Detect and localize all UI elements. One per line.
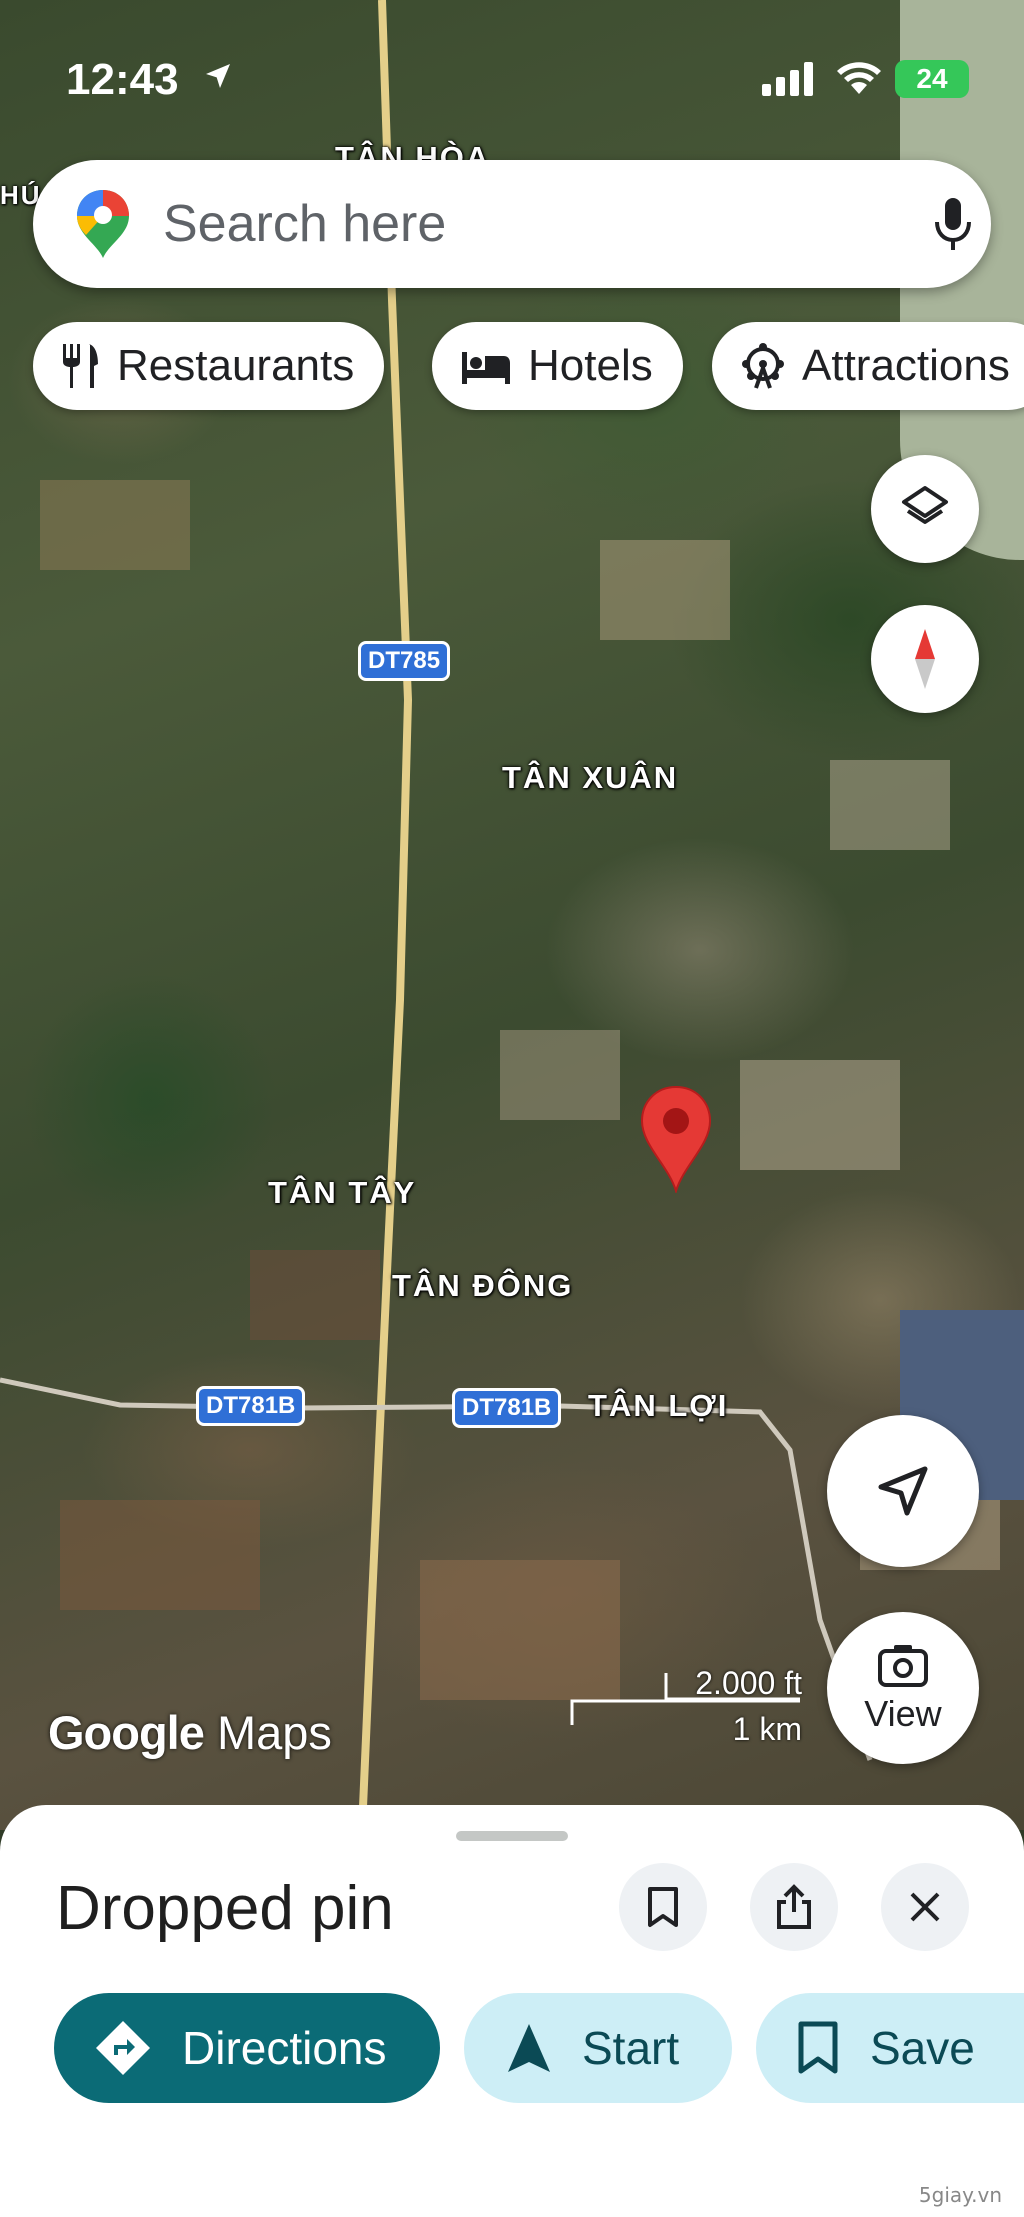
ferris-wheel-icon [742, 343, 784, 389]
chip-label: Attractions [802, 341, 1010, 390]
place-label: TÂN ĐÔNG [392, 1268, 574, 1303]
place-bottom-sheet[interactable]: Dropped pin Directions Start Save 5giay.… [0, 1805, 1024, 2217]
chip-label: Restaurants [117, 341, 355, 390]
compass-button[interactable] [871, 605, 979, 713]
maps-wordmark: Maps [216, 1706, 332, 1759]
directions-label: Directions [182, 2022, 387, 2074]
view-label: View [864, 1693, 942, 1734]
bed-icon [462, 352, 510, 384]
scale-feet: 2.000 ft [695, 1665, 802, 1701]
place-label: TÂN TÂY [268, 1175, 417, 1210]
google-maps-logo: Google Maps [48, 1705, 332, 1760]
navigation-arrow-icon [878, 1466, 928, 1516]
microphone-icon[interactable] [933, 196, 973, 252]
share-button[interactable] [750, 1863, 838, 1951]
road-shield-dt781b: DT781B [452, 1388, 562, 1428]
search-placeholder[interactable]: Search here [163, 194, 446, 254]
my-location-button[interactable] [827, 1415, 979, 1567]
save-icon-button[interactable] [619, 1863, 707, 1951]
directions-icon [96, 2021, 150, 2075]
start-button[interactable]: Start [464, 1993, 732, 2103]
place-label: TÂN LỢI [588, 1388, 729, 1423]
layers-button[interactable] [871, 455, 979, 563]
google-maps-pin-icon [77, 190, 129, 258]
save-label: Save [870, 2022, 975, 2074]
google-wordmark: Google [48, 1706, 205, 1759]
status-bar: 12:43 24 [0, 0, 1024, 150]
bookmark-icon [798, 2021, 838, 2074]
street-view-button[interactable]: View [827, 1612, 979, 1764]
share-icon [777, 1884, 811, 1929]
map-scale: 2.000 ft 1 km [570, 1665, 810, 1747]
place-title: Dropped pin [56, 1874, 394, 1943]
chip-hotels[interactable]: Hotels [432, 322, 683, 410]
place-label: TÂN XUÂN [502, 760, 679, 795]
chip-label: Hotels [528, 341, 653, 390]
sheet-drag-handle[interactable] [456, 1831, 568, 1841]
search-bar[interactable]: Search here [33, 160, 991, 288]
close-icon [910, 1892, 940, 1922]
directions-button[interactable]: Directions [54, 1993, 440, 2103]
scale-km: 1 km [732, 1711, 802, 1747]
battery-indicator: 24 [895, 60, 969, 98]
chip-attractions[interactable]: Attractions [712, 322, 1024, 410]
save-button[interactable]: Save [756, 1993, 1024, 2103]
fork-knife-icon [63, 344, 98, 388]
cellular-signal-icon [762, 62, 813, 96]
camera-rotate-icon [878, 1645, 928, 1687]
bookmark-icon [648, 1887, 678, 1927]
dropped-pin-marker[interactable] [638, 1085, 714, 1193]
status-time: 12:43 [66, 55, 179, 104]
location-arrow-icon [206, 64, 230, 88]
chip-restaurants[interactable]: Restaurants [33, 322, 385, 410]
compass-icon [915, 629, 935, 689]
layers-icon [902, 486, 948, 524]
road-shield-dt781b: DT781B [196, 1386, 306, 1426]
road-shield-dt785: DT785 [358, 641, 451, 681]
watermark: 5giay.vn [918, 2183, 1002, 2207]
navigation-start-icon [508, 2024, 550, 2072]
close-button[interactable] [881, 1863, 969, 1951]
wifi-icon [837, 62, 881, 94]
start-label: Start [582, 2022, 680, 2074]
